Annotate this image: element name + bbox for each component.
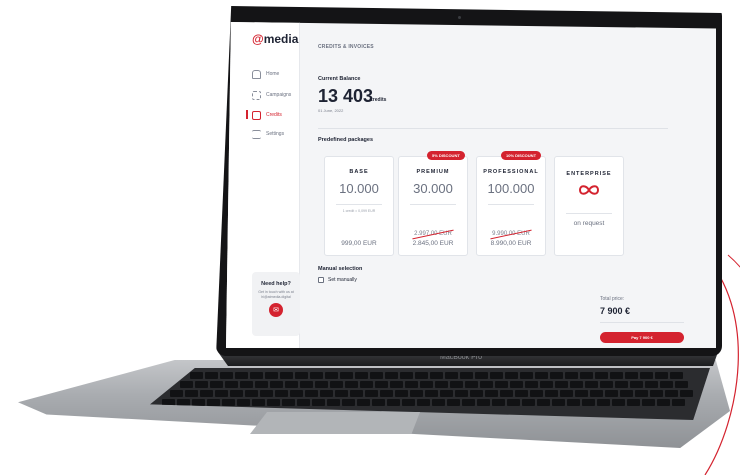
package-credits: 30.000 bbox=[413, 181, 453, 196]
package-price: 999,00 EUR bbox=[341, 240, 377, 247]
divider bbox=[336, 204, 382, 205]
package-credits: 10.000 bbox=[339, 181, 379, 196]
sidebar-item-home[interactable]: Home bbox=[252, 68, 279, 80]
package-credits: 100.000 bbox=[487, 181, 535, 196]
balance-value: 13 403 bbox=[318, 86, 374, 106]
package-card-professional[interactable]: 10% DISCOUNT PROFESSIONAL 100.000 9.990,… bbox=[476, 151, 546, 256]
set-manually-option[interactable]: Set manually bbox=[318, 277, 357, 283]
sidebar-item-settings[interactable]: Settings bbox=[252, 128, 284, 140]
manual-selection-label: Manual selection bbox=[318, 266, 363, 272]
divider bbox=[600, 322, 684, 323]
trackpad bbox=[250, 412, 420, 434]
package-old-price: 9.990,00 EUR bbox=[492, 231, 530, 237]
infinity-icon bbox=[555, 183, 623, 201]
camera bbox=[458, 16, 461, 19]
pay-button[interactable]: Pay 7 900 € bbox=[600, 332, 684, 343]
total-label: Total price: bbox=[600, 296, 625, 302]
sidebar-item-label: Campaigns bbox=[266, 92, 292, 98]
package-old-price: 2.997,00 EUR bbox=[414, 231, 452, 237]
sidebar-item-label: Home bbox=[266, 71, 280, 77]
package-price: on request bbox=[573, 220, 605, 227]
sidebar-item-credits[interactable]: Credits bbox=[252, 109, 282, 121]
discount-badge: 5% DISCOUNT bbox=[427, 151, 465, 160]
package-price: 8.990,00 EUR bbox=[490, 240, 532, 247]
divider bbox=[410, 204, 456, 205]
app-screen: @media Home Campaigns Credits Settings N… bbox=[226, 22, 716, 348]
grid-icon bbox=[252, 90, 261, 100]
sidebar: @media Home Campaigns Credits Settings N… bbox=[226, 22, 300, 348]
package-name: PROFESSIONAL bbox=[483, 169, 539, 175]
help-text: Get in touch with us at hi@atmedia.digit… bbox=[258, 290, 294, 299]
balance-label: Current Balance bbox=[318, 76, 361, 82]
package-name: PREMIUM bbox=[416, 169, 450, 175]
package-card-enterprise[interactable]: ENTERPRISE on request bbox=[554, 156, 624, 256]
logo[interactable]: @media bbox=[252, 32, 298, 46]
sidebar-item-campaigns[interactable]: Campaigns bbox=[252, 89, 291, 101]
page-title: CREDITS & INVOICES bbox=[318, 44, 374, 50]
laptop-scene: MacBook Pro @media Home Campaigns Credit… bbox=[0, 0, 740, 475]
help-card: Need help? Get in touch with us at hi@at… bbox=[252, 272, 300, 336]
package-card-base[interactable]: BASE 10.000 1 credit = 0,099 EUR 999,00 … bbox=[324, 156, 394, 256]
contact-button[interactable]: ✉ bbox=[269, 303, 283, 318]
package-price: 2.845,00 EUR bbox=[412, 240, 454, 247]
checkbox-label: Set manually bbox=[328, 277, 357, 283]
package-note: 1 credit = 0,099 EUR bbox=[342, 209, 376, 213]
set-manually-checkbox[interactable] bbox=[318, 277, 324, 283]
sliders-icon bbox=[252, 129, 261, 139]
logo-symbol: @ bbox=[252, 32, 264, 46]
home-icon bbox=[252, 69, 261, 79]
main-content: CREDITS & INVOICES Current Balance 13 40… bbox=[300, 22, 716, 348]
package-card-premium[interactable]: 5% DISCOUNT PREMIUM 30.000 2.997,00 EUR … bbox=[398, 151, 468, 256]
package-name: ENTERPRISE bbox=[566, 171, 612, 177]
total-value: 7 900 € bbox=[600, 306, 631, 316]
balance-unit: credits bbox=[370, 97, 387, 103]
active-indicator bbox=[246, 110, 248, 119]
sidebar-item-label: Credits bbox=[266, 112, 282, 118]
divider bbox=[318, 128, 668, 129]
divider bbox=[488, 204, 534, 205]
divider bbox=[566, 213, 612, 214]
help-title: Need help? bbox=[261, 281, 291, 287]
mail-icon: ✉ bbox=[273, 306, 279, 314]
discount-badge: 10% DISCOUNT bbox=[501, 151, 542, 160]
logo-text: media bbox=[263, 32, 299, 46]
balance-date: 01 June, 2022 bbox=[318, 108, 344, 113]
sidebar-item-label: Settings bbox=[266, 131, 285, 137]
package-name: BASE bbox=[349, 169, 369, 175]
packages-label: Predefined packages bbox=[318, 137, 374, 143]
wallet-icon bbox=[252, 110, 261, 120]
